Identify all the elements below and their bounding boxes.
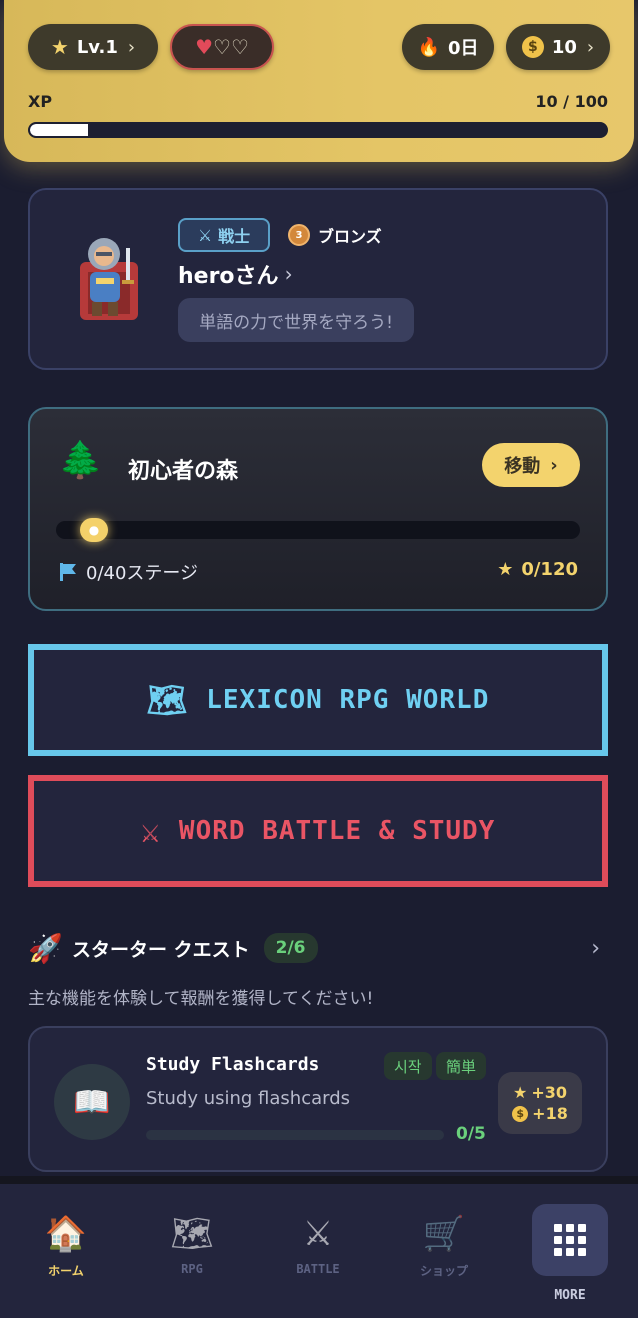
nav-rpg[interactable]: 🗺 RPG [142, 1212, 242, 1276]
heart-empty-icon: ♡ [230, 35, 249, 59]
hearts-button[interactable]: ♥ ♡ ♡ [170, 24, 274, 70]
move-label: 移動 [504, 456, 541, 477]
map-icon: 🗺 [170, 1214, 214, 1254]
stars-label: 0/120 [521, 559, 578, 580]
coins-label: 10 [551, 36, 577, 58]
stage-progress: 0/40ステージ [60, 559, 198, 585]
flame-icon: 🔥 [417, 36, 440, 58]
crossed-swords-icon: ⚔ [197, 225, 213, 245]
move-button[interactable]: 移動 › [482, 443, 580, 487]
nav-home[interactable]: 🏠 ホーム [16, 1212, 116, 1279]
coins-button[interactable]: $ 10 › [506, 24, 610, 70]
difficulty-tag: 簡単 [436, 1052, 487, 1080]
rank-label: ブロンズ [318, 227, 382, 246]
streak-label: 0日 [447, 38, 479, 59]
chevron-right-icon: › [127, 36, 136, 58]
heart-empty-icon: ♡ [213, 35, 231, 59]
start-tag: 시작 [384, 1052, 432, 1080]
player-marker-icon: ● [80, 518, 108, 542]
star-icon: ★ [512, 1083, 528, 1102]
chevron-right-icon: › [550, 454, 558, 476]
star-icon: ★ [497, 559, 514, 580]
more-label: MORE [554, 1288, 586, 1303]
area-progress-track: ● [56, 518, 580, 542]
reward-coins: +18 [532, 1104, 568, 1123]
bronze-medal-icon: 3 [288, 224, 310, 246]
quest-subtitle: 主な機能を体験して報酬を獲得してください! [28, 989, 374, 1009]
username: heroさん [178, 264, 279, 289]
map-icon: 🗺 [146, 681, 189, 719]
quest-title: スターター クエスト [72, 938, 250, 961]
level-button[interactable]: ★ Lv.1 › [28, 24, 158, 70]
more-button[interactable] [532, 1204, 608, 1276]
level-label: Lv.1 [76, 36, 118, 58]
book-icon: 📖 [54, 1064, 130, 1140]
grid-icon [554, 1224, 562, 1232]
chevron-right-icon: › [586, 36, 595, 58]
rpg-world-button[interactable]: 🗺 LEXICON RPG WORLD [28, 644, 608, 756]
class-badge: ⚔ 戦士 [178, 218, 270, 252]
reward-box: ★ +30 $ +18 [498, 1072, 582, 1134]
area-title: 初心者の森 [128, 459, 239, 484]
coin-icon: $ [512, 1105, 529, 1122]
nav-shop-label: ショップ [419, 1264, 468, 1278]
area-card[interactable]: 🌲 初心者の森 移動 › ● 0/40ステージ ★ 0/120 [28, 407, 608, 611]
xp-value: 10 / 100 [535, 92, 608, 111]
flag-icon [60, 563, 76, 581]
star-icon: ★ [50, 35, 69, 59]
stage-label: 0/40ステージ [86, 563, 199, 584]
class-label: 戦士 [218, 227, 251, 246]
nav-battle-label: BATTLE [296, 1262, 340, 1276]
nav-shop[interactable]: 🛒 ショップ [394, 1212, 494, 1279]
nav-rpg-label: RPG [181, 1262, 203, 1276]
quest-header[interactable]: 🚀 スターター クエスト 2/6 › [28, 928, 608, 968]
header-bar: ★ Lv.1 › ♥ ♡ ♡ 🔥 0日 $ 10 › XP 10 / 100 [4, 0, 634, 162]
motto-bubble: 単語の力で世界を守ろう! [178, 298, 414, 342]
rpg-world-label: LEXICON RPG WORLD [206, 685, 490, 715]
xp-label: XP [28, 92, 53, 111]
nav-home-label: ホーム [48, 1264, 84, 1278]
word-battle-label: WORD BATTLE & STUDY [178, 816, 496, 846]
username-link[interactable]: heroさん › [178, 258, 293, 290]
heart-full-icon: ♥ [195, 35, 214, 59]
reward-stars: +30 [531, 1083, 567, 1102]
nav-battle[interactable]: ⚔ BATTLE [268, 1212, 368, 1276]
xp-progress-fill [30, 124, 88, 136]
quest-count-badge: 2/6 [263, 933, 318, 963]
quest-card-description: Study using flashcards [146, 1088, 351, 1109]
quest-progress-bar [146, 1130, 444, 1140]
rank-badge: 3 ブロンズ [288, 223, 382, 247]
knight-avatar-icon [80, 238, 138, 320]
bottom-nav: 🏠 ホーム 🗺 RPG ⚔ BATTLE 🛒 ショップ MORE [0, 1176, 638, 1318]
quest-progress-label: 0/5 [456, 1124, 486, 1144]
coin-icon: $ [521, 36, 544, 58]
chevron-right-icon: › [591, 935, 600, 961]
quest-card[interactable]: 📖 Study Flashcards 시작 簡単 Study using fla… [28, 1026, 608, 1172]
stars-progress: ★ 0/120 [497, 559, 578, 580]
house-icon: 🏠 [44, 1214, 88, 1254]
crossed-swords-icon: ⚔ [140, 812, 161, 850]
crossed-swords-icon: ⚔ [302, 1214, 334, 1254]
streak-button[interactable]: 🔥 0日 [402, 24, 494, 70]
chevron-right-icon: › [284, 262, 293, 286]
xp-progress-bar [28, 122, 608, 138]
shopping-cart-icon: 🛒 [422, 1214, 466, 1254]
tree-icon: 🌲 [58, 440, 103, 481]
word-battle-button[interactable]: ⚔ WORD BATTLE & STUDY [28, 775, 608, 887]
rocket-icon: 🚀 [28, 931, 63, 965]
profile-card[interactable]: ⚔ 戦士 3 ブロンズ heroさん › 単語の力で世界を守ろう! [28, 188, 608, 370]
quest-card-title: Study Flashcards [146, 1054, 320, 1075]
